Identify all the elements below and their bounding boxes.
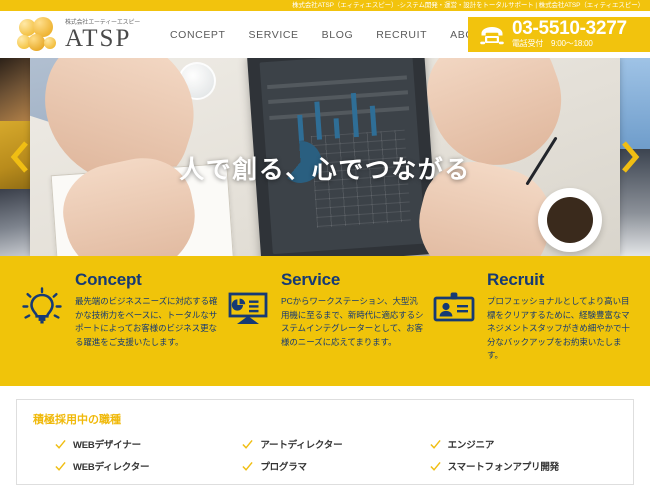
top-utility-bar: 株式会社ATSP（エィティエスピー）-システム開発・運営・設計をトータルサポート…: [0, 0, 650, 11]
recruit-card: 積極採用中の職種 WEBデザイナー WEBディレクター アートディレクター プロ…: [16, 399, 634, 485]
job-label: スマートフォンアプリ開発: [447, 462, 560, 473]
list-item[interactable]: WEBデザイナー: [55, 437, 242, 451]
list-item[interactable]: WEBディレクター: [55, 459, 242, 473]
list-item[interactable]: スマートフォンアプリ開発: [430, 459, 617, 473]
list-item[interactable]: プログラマ: [242, 459, 429, 473]
chevron-right-icon[interactable]: [620, 140, 640, 174]
check-icon: [242, 461, 253, 471]
site-tagline: 株式会社ATSP（エィティエスピー）-システム開発・運営・設計をトータルサポート…: [292, 2, 644, 9]
job-label: WEBディレクター: [73, 462, 150, 473]
logo-name: ATSP: [65, 24, 132, 52]
feature-title-concept: Concept: [75, 270, 142, 289]
check-icon: [430, 439, 441, 449]
feature-title-recruit: Recruit: [487, 270, 545, 289]
check-icon: [430, 461, 441, 471]
feature-recruit[interactable]: Recruit プロフェッショナルとしてより高い目標をクリアするために、経験豊富…: [430, 270, 632, 363]
feature-band: Concept 最先端のビジネスニーズに対応する確かな技術力をベースに、トータル…: [0, 256, 650, 386]
job-label: エンジニア: [447, 440, 495, 451]
site-header: 株式会社エーティーエスピー ATSP CONCEPT SERVICE BLOG …: [0, 11, 650, 58]
recruit-card-title: 積極採用中の職種: [33, 414, 121, 426]
feature-concept[interactable]: Concept 最先端のビジネスニーズに対応する確かな技術力をベースに、トータル…: [18, 270, 220, 349]
feature-text-recruit: プロフェッショナルとしてより高い目標をクリアするために、経験豊富なマネジメントス…: [487, 296, 630, 360]
main-navigation: CONCEPT SERVICE BLOG RECRUIT ABOUT US: [170, 29, 508, 41]
job-column-3: エンジニア スマートフォンアプリ開発: [430, 437, 617, 481]
chevron-left-icon[interactable]: [10, 140, 30, 174]
id-card-icon: [433, 292, 475, 322]
bubbles-logo-icon: [16, 16, 60, 53]
page-root: 株式会社ATSP（エィティエスピー）-システム開発・運営・設計をトータルサポート…: [0, 0, 650, 500]
job-label: プログラマ: [260, 462, 307, 473]
logo[interactable]: 株式会社エーティーエスピー ATSP: [0, 16, 160, 53]
hero-slide-current: 人で創る、心でつながる: [30, 58, 620, 256]
check-icon: [55, 461, 66, 471]
list-item[interactable]: エンジニア: [430, 437, 617, 451]
phone-number: 03-5510-3277: [512, 17, 627, 39]
feature-text-service: PCからワークステーション、大型汎用機に至るまで、新時代に適応するシステムインテ…: [281, 296, 424, 347]
feature-text-concept: 最先端のビジネスニーズに対応する確かな技術力をベースに、トータルなサポートによっ…: [75, 296, 218, 347]
nav-item-recruit[interactable]: RECRUIT: [376, 29, 427, 41]
job-label: アートディレクター: [260, 440, 343, 451]
job-column-1: WEBデザイナー WEBディレクター: [55, 437, 242, 481]
nav-item-concept[interactable]: CONCEPT: [170, 29, 226, 41]
telephone-icon: [480, 26, 504, 44]
feature-service[interactable]: Service PCからワークステーション、大型汎用機に至るまで、新時代に適応す…: [224, 270, 426, 349]
check-icon: [242, 439, 253, 449]
nav-item-service[interactable]: SERVICE: [249, 29, 299, 41]
hero-headline: 人で創る、心でつながる: [179, 156, 471, 184]
job-list: WEBデザイナー WEBディレクター アートディレクター プログラマ エンジニア…: [33, 437, 617, 481]
list-item[interactable]: アートディレクター: [242, 437, 429, 451]
hero-slider: 人で創る、心でつながる: [0, 58, 650, 256]
job-column-2: アートディレクター プログラマ: [242, 437, 429, 481]
lightbulb-icon: [22, 287, 62, 324]
monitor-chart-icon: [228, 292, 268, 324]
check-icon: [55, 439, 66, 449]
recruit-card-area: 積極採用中の職種 WEBデザイナー WEBディレクター アートディレクター プロ…: [0, 386, 650, 485]
job-label: WEBデザイナー: [73, 440, 141, 451]
phone-hours: 電話受付 9:00〜18:00: [512, 38, 593, 48]
nav-item-blog[interactable]: BLOG: [322, 29, 354, 41]
phone-contact-block[interactable]: 03-5510-3277 電話受付 9:00〜18:00: [468, 17, 650, 52]
feature-title-service: Service: [281, 270, 341, 289]
